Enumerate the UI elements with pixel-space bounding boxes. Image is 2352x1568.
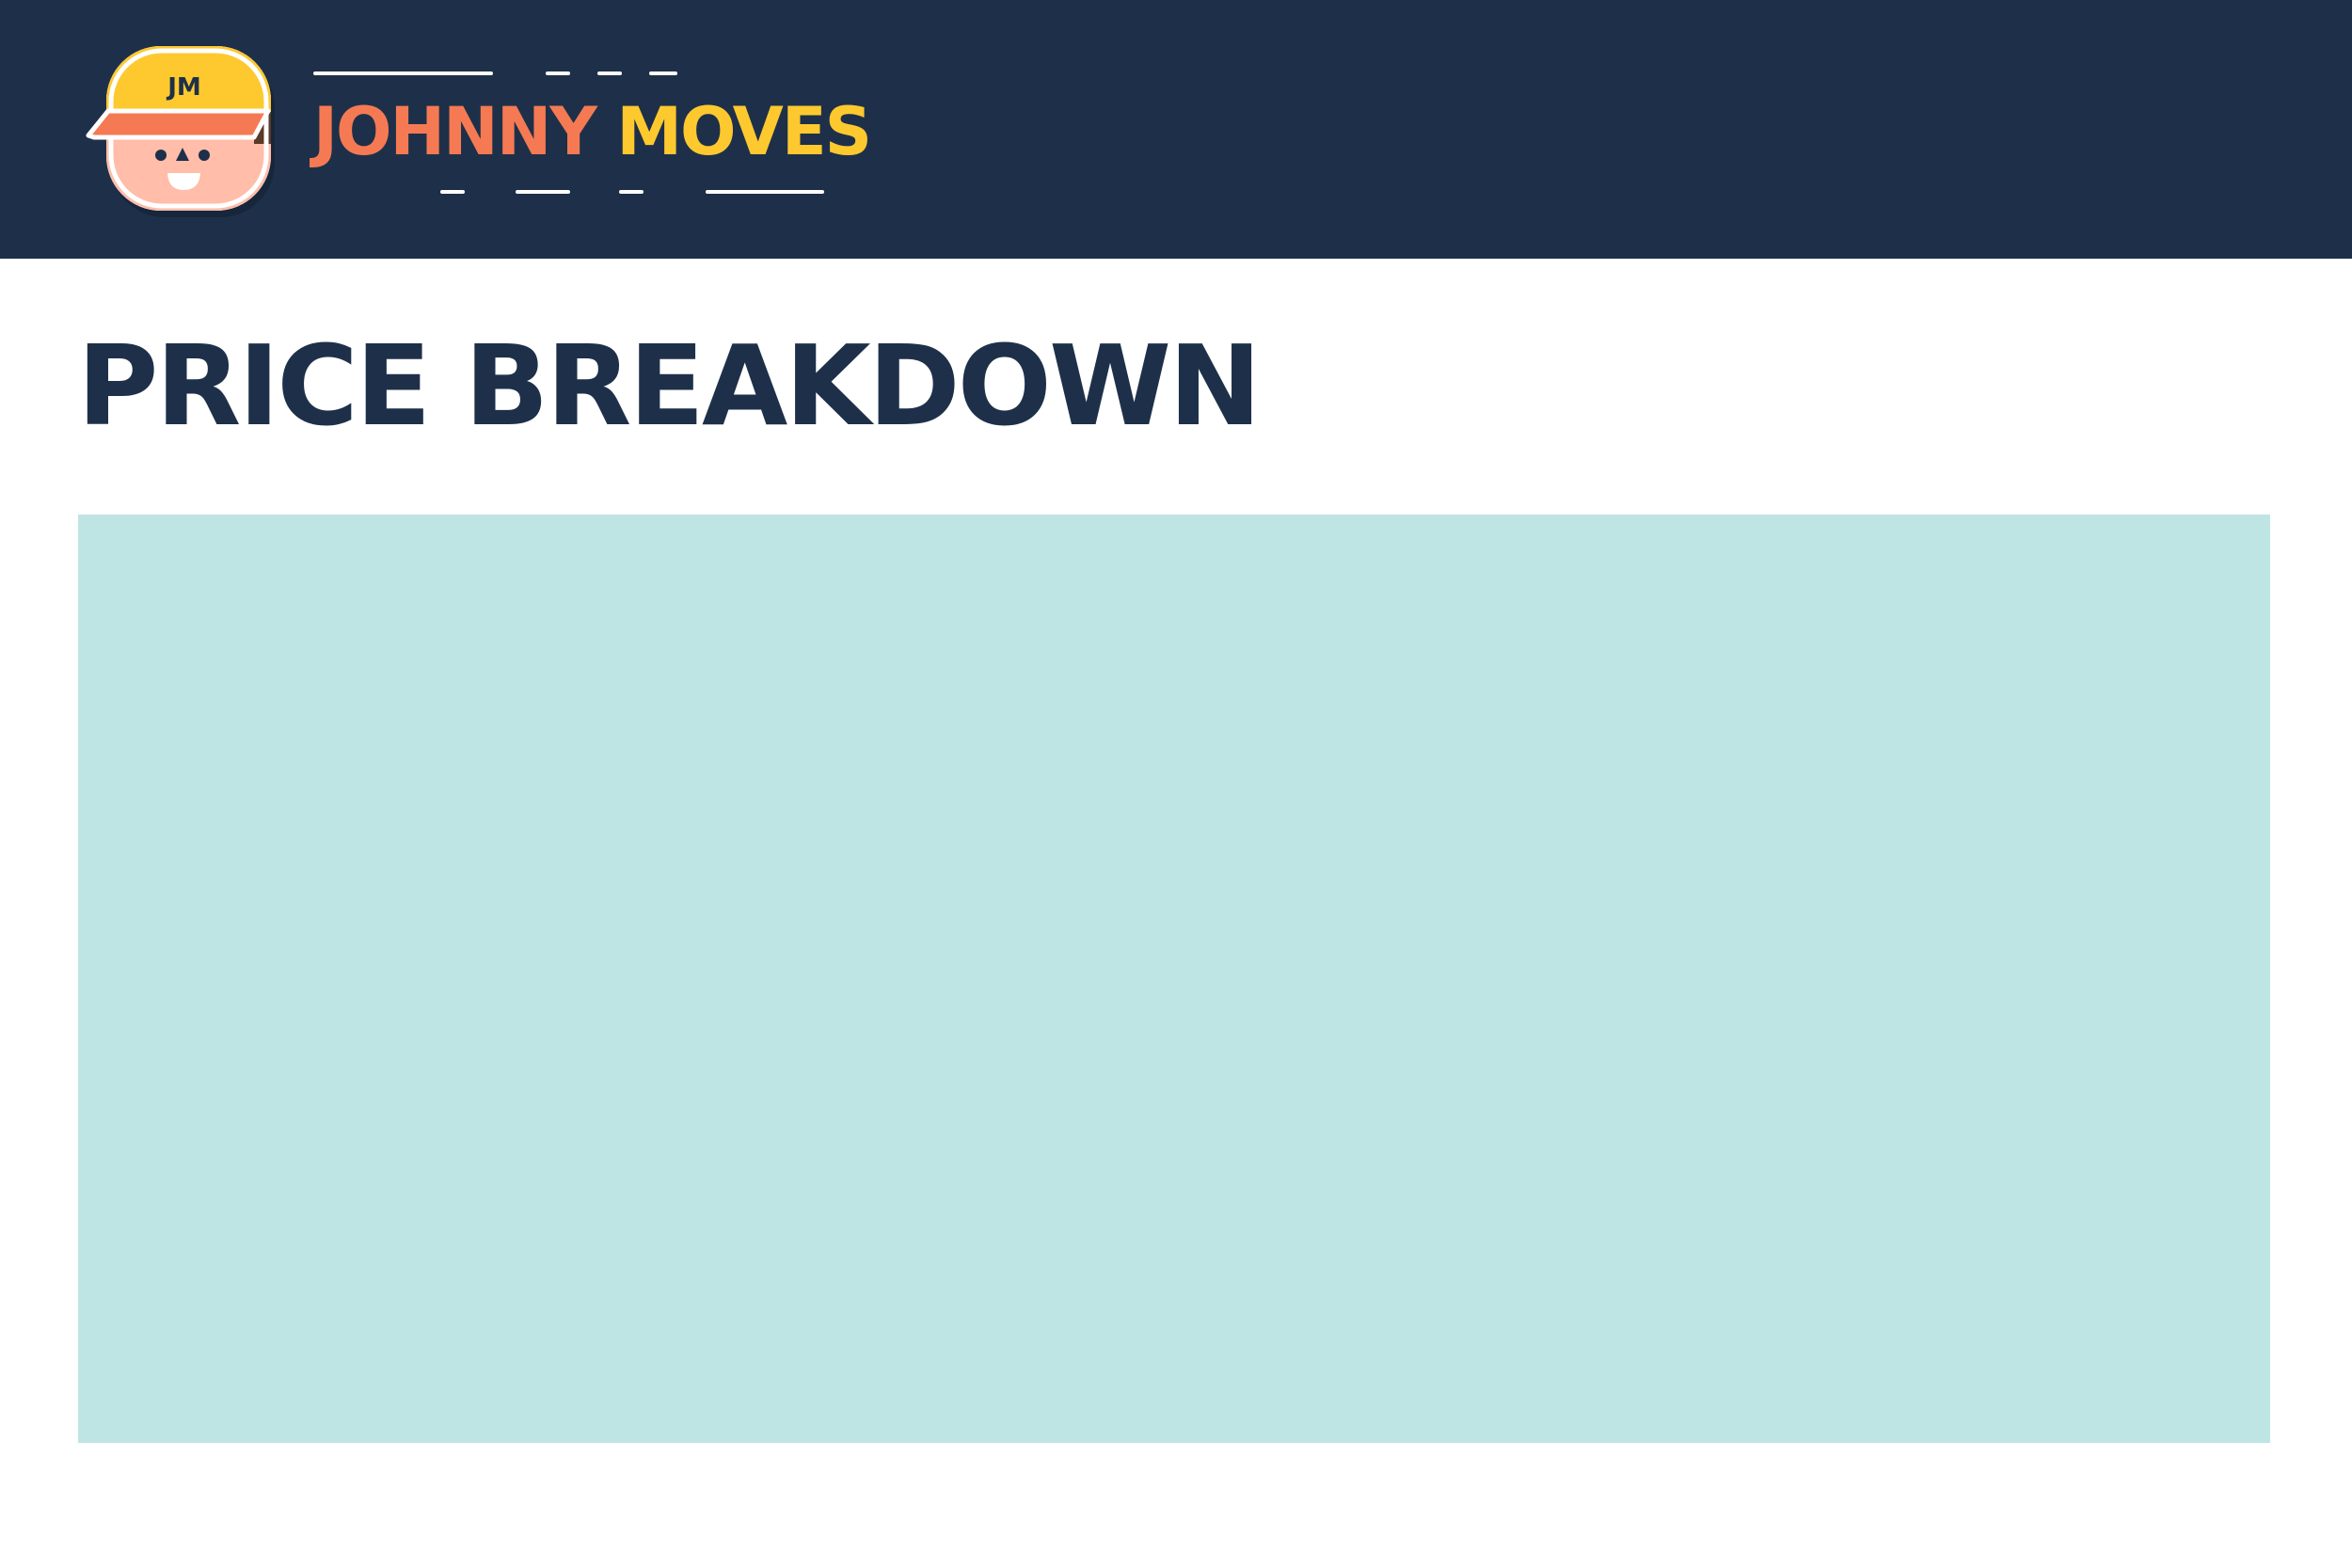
brand-second-word: MOVES: [616, 93, 872, 170]
mover-mascot-icon: JM: [86, 46, 275, 217]
page-title: PRICE BREAKDOWN: [77, 321, 1262, 451]
brand-logo-text: JOHNNY MOVES: [313, 93, 872, 170]
site-header: JM JOHNNY MOVES: [0, 0, 2352, 259]
price-breakdown-panel: [78, 515, 2270, 1443]
brand-first-word: JOHNNY: [313, 93, 597, 170]
cap-initials: JM: [166, 73, 201, 102]
